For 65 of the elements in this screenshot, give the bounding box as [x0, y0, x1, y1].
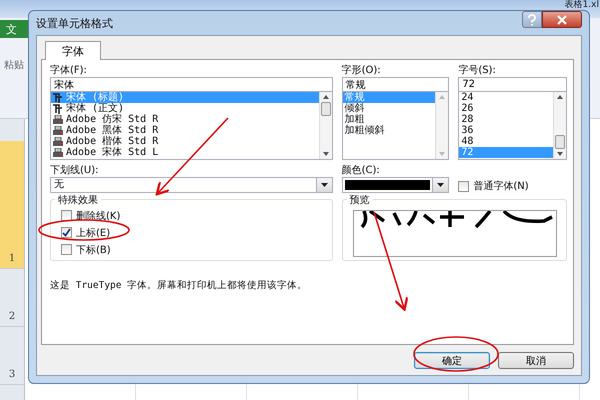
close-icon: [557, 14, 567, 24]
font-list-item[interactable]: 宋体 (正文): [51, 103, 319, 114]
font-input[interactable]: 宋体: [50, 77, 333, 92]
size-list-item[interactable]: 48: [459, 136, 553, 147]
close-button[interactable]: [542, 11, 582, 28]
underline-dropdown[interactable]: 无: [50, 177, 333, 193]
effects-legend: 特殊效果: [55, 193, 101, 207]
row-header[interactable]: 2: [0, 269, 24, 327]
dialog-title: 设置单元格格式: [36, 16, 113, 30]
paste-label: 粘贴: [3, 58, 25, 72]
color-dropdown[interactable]: [342, 177, 450, 193]
font-list-item[interactable]: Adobe 宋体 Std L: [51, 147, 319, 158]
style-list-item[interactable]: 加粗: [342, 114, 436, 125]
effect-label: 下标(B): [76, 244, 111, 256]
size-list-item[interactable]: 24: [459, 92, 553, 103]
checkbox[interactable]: [61, 210, 72, 221]
truetype-icon: [53, 92, 63, 102]
dropdown-arrow-icon: [320, 183, 328, 187]
size-list-item[interactable]: 36: [459, 125, 553, 136]
scroll-up-icon: [439, 95, 446, 99]
font-list-item[interactable]: Adobe 黑体 Std R: [51, 125, 319, 136]
help-icon: [527, 14, 537, 26]
scrollbar[interactable]: [553, 92, 566, 159]
style-list-item[interactable]: 倾斜: [342, 103, 436, 114]
dropdown-arrow-icon: [437, 183, 444, 187]
cancel-button[interactable]: 取消: [498, 352, 574, 369]
size-input[interactable]: 72: [458, 77, 567, 92]
file-tab[interactable]: 文: [0, 20, 28, 38]
scrollbar[interactable]: [318, 92, 332, 159]
normal-font-label: 普通字体(N): [473, 180, 529, 193]
size-list-item[interactable]: 26: [459, 103, 553, 114]
printer-icon: [53, 114, 63, 124]
font-info-text: 这是 TrueType 字体。屏幕和打印机上都将使用该字体。: [50, 279, 308, 292]
checkbox[interactable]: [61, 244, 72, 255]
style-input[interactable]: 常规: [342, 77, 450, 92]
font-list-item[interactable]: Adobe 楷体 Std R: [51, 136, 319, 147]
style-label: 字形(O):: [342, 64, 382, 77]
help-button[interactable]: [522, 11, 542, 28]
scroll-thumb[interactable]: [555, 135, 565, 149]
row-header[interactable]: 3: [0, 327, 24, 385]
row-header[interactable]: 1: [0, 141, 24, 269]
size-label: 字号(S):: [458, 64, 497, 77]
effect-label: 上标(E): [76, 226, 110, 240]
preview-legend: 预览: [346, 193, 373, 207]
ok-button[interactable]: 确定: [414, 352, 490, 369]
font-tab[interactable]: 字体: [45, 41, 101, 60]
scroll-thumb[interactable]: [320, 102, 331, 116]
style-list-item[interactable]: 加粗倾斜: [342, 125, 436, 136]
printer-icon: [53, 136, 63, 146]
font-list-item[interactable]: Adobe 仿宋 Std R: [51, 114, 319, 125]
scroll-down-icon: [557, 152, 563, 156]
scroll-down-icon: [439, 152, 446, 156]
checkbox[interactable]: [61, 227, 72, 238]
printer-icon: [53, 148, 63, 158]
checkbox[interactable]: [458, 180, 470, 192]
scroll-up-icon: [322, 95, 329, 99]
font-label: 字体(F):: [50, 64, 88, 77]
scroll-up-icon: [557, 95, 563, 99]
printer-icon: [53, 126, 63, 136]
truetype-icon: [53, 104, 63, 114]
color-label: 颜色(C):: [342, 164, 381, 177]
size-list-item[interactable]: 28: [459, 114, 553, 125]
scroll-down-icon: [322, 152, 329, 156]
underline-label: 下划线(U):: [50, 164, 100, 177]
scrollbar[interactable]: [435, 92, 448, 159]
